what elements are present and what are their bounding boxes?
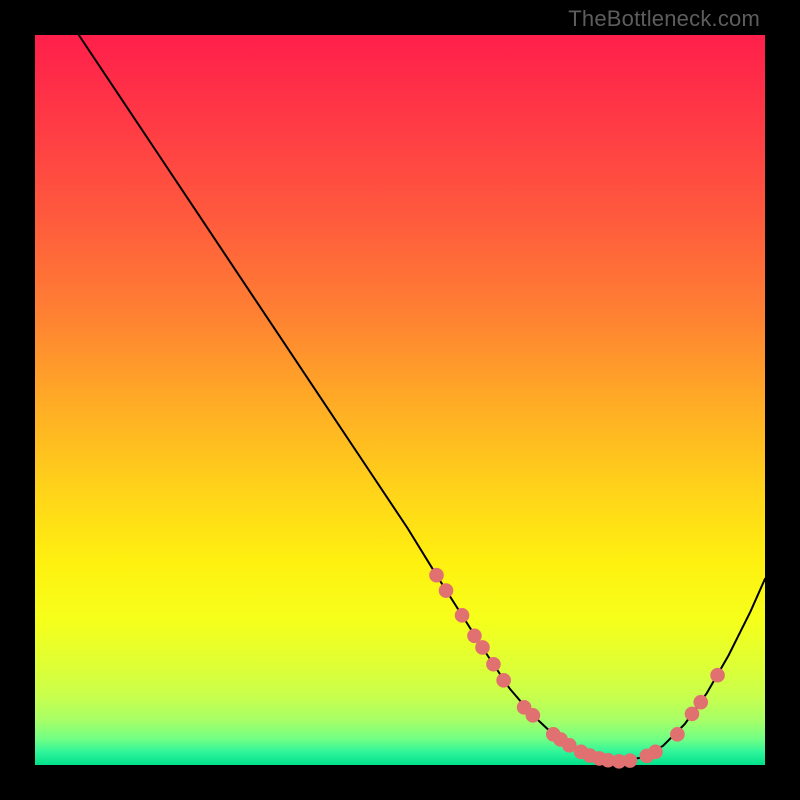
curve-marker [497,673,511,687]
curve-markers [430,568,725,768]
plot-area [35,35,765,765]
curve-marker [430,568,444,582]
curve-marker [526,708,540,722]
curve-marker [670,727,684,741]
chart-svg [35,35,765,765]
outer-frame: TheBottleneck.com [0,0,800,800]
curve-marker [685,707,699,721]
watermark-text: TheBottleneck.com [568,6,760,32]
bottleneck-curve [79,35,765,761]
curve-marker [711,668,725,682]
curve-marker [623,754,637,768]
curve-marker [694,695,708,709]
curve-marker [455,608,469,622]
curve-marker [468,629,482,643]
curve-marker [649,745,663,759]
curve-marker [476,641,490,655]
curve-marker [487,657,501,671]
curve-marker [439,584,453,598]
